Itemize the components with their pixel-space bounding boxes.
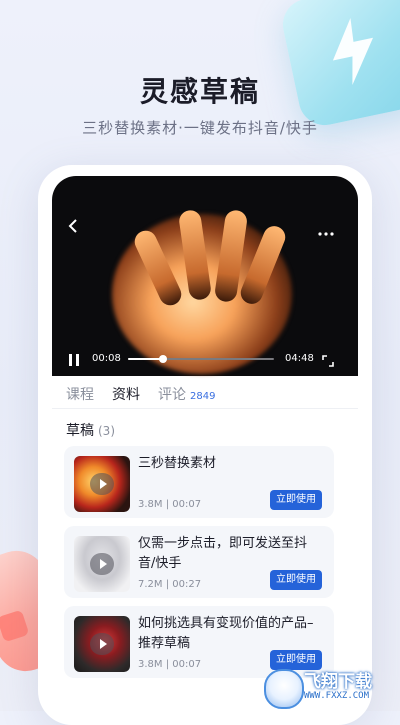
total-time: 04:48 <box>285 353 314 364</box>
tab-comments-label: 评论 <box>158 387 186 403</box>
draft-card[interactable]: 三秒替换素材 3.8M | 00:07 立即使用 <box>64 446 334 518</box>
tab-bar: 课程 资料 评论 2849 <box>52 376 358 409</box>
comment-count: 2849 <box>190 391 216 402</box>
drafts-title: 草稿 (3) <box>66 420 115 440</box>
progress-track[interactable] <box>128 355 274 363</box>
play-icon[interactable] <box>90 473 114 495</box>
back-icon[interactable] <box>66 218 80 238</box>
draft-card[interactable]: 仅需一步点击，即可发送至抖音/快手 7.2M | 00:27 立即使用 <box>64 526 334 598</box>
hero-subtitle: 三秒替换素材·一键发布抖音/快手 <box>82 119 318 137</box>
tab-materials[interactable]: 资料 <box>112 384 140 404</box>
more-icon[interactable] <box>318 222 334 241</box>
hero-title: 灵感草稿 <box>139 75 260 108</box>
site-watermark: 飞翔下载 WWW.FXXZ.COM <box>264 667 394 709</box>
watermark-logo <box>264 669 304 709</box>
phone-screen: 00:08 04:48 课程 资料 评论 2849 草稿 (3) 三秒替换素材 <box>52 176 358 716</box>
draft-title: 三秒替换素材 <box>138 456 217 471</box>
draft-meta: 3.8M | 00:07 <box>138 499 202 510</box>
draft-thumbnail <box>74 456 130 512</box>
phone-frame: 00:08 04:48 课程 资料 评论 2849 草稿 (3) 三秒替换素材 <box>38 165 372 725</box>
progress-knob[interactable] <box>159 355 168 363</box>
lightning-tile-decoration <box>278 0 400 130</box>
play-icon[interactable] <box>90 633 114 655</box>
drafts-count: (3) <box>98 424 115 438</box>
use-now-button[interactable]: 立即使用 <box>270 490 322 510</box>
use-now-button[interactable]: 立即使用 <box>270 570 322 590</box>
pause-icon[interactable] <box>68 352 80 371</box>
draft-meta: 3.8M | 00:07 <box>138 659 202 670</box>
drafts-title-label: 草稿 <box>66 423 94 439</box>
tab-course[interactable]: 课程 <box>66 384 94 404</box>
tab-comments[interactable]: 评论 2849 <box>158 384 215 404</box>
draft-thumbnail <box>74 616 130 672</box>
play-icon[interactable] <box>90 553 114 575</box>
watermark-text: 飞翔下载 <box>304 672 372 692</box>
fullscreen-icon[interactable] <box>322 352 334 371</box>
draft-meta: 7.2M | 00:27 <box>138 579 202 590</box>
draft-title: 如何挑选具有变现价值的产品–推荐草稿 <box>138 616 314 651</box>
draft-title: 仅需一步点击，即可发送至抖音/快手 <box>138 536 308 571</box>
video-player[interactable]: 00:08 04:48 <box>52 176 358 376</box>
draft-thumbnail <box>74 536 130 592</box>
current-time: 00:08 <box>92 353 121 364</box>
progress-fill <box>128 358 164 360</box>
watermark-url: WWW.FXXZ.COM <box>304 691 370 701</box>
